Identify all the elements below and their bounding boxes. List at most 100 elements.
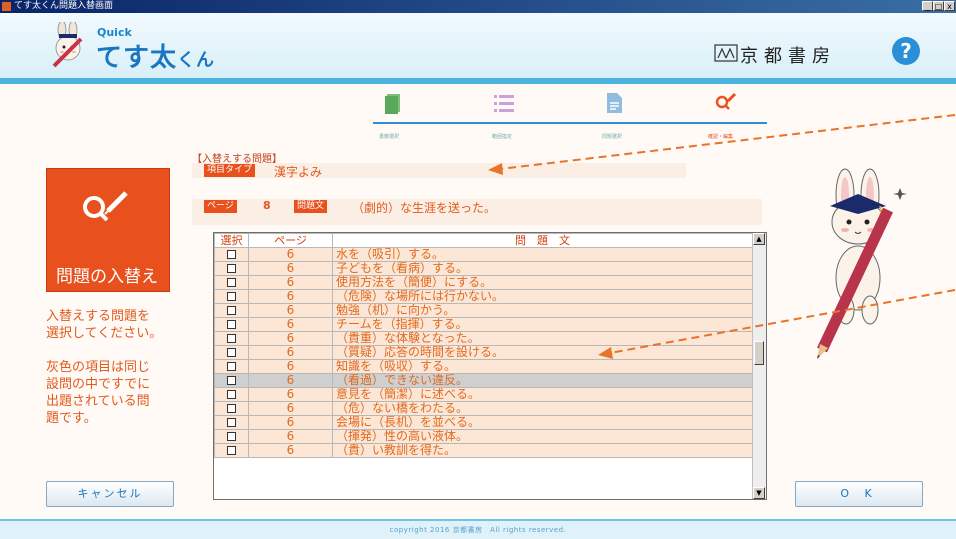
table-scrollbar[interactable]: ▲ ▼ — [752, 233, 766, 499]
type-value: 漢字よみ — [274, 165, 323, 179]
table-row[interactable]: 6 意見を（簡潔）に述べる。 — [214, 387, 753, 402]
cancel-button[interactable]: キャンセル — [46, 481, 174, 507]
question-cell: （揮発）性の高い液体。 — [332, 429, 753, 444]
ok-button[interactable]: O K — [795, 481, 923, 507]
maximize-button[interactable]: □ — [933, 1, 944, 11]
instruction-line: 題です。 — [46, 411, 97, 426]
table-row[interactable]: 6 知識を（吸収）する。 — [214, 359, 753, 374]
search-edit-large-icon — [83, 191, 128, 222]
copyright-text: copyright 2016 京都書房 All rights reserved. — [389, 526, 567, 534]
select-checkbox[interactable] — [227, 446, 236, 455]
page-cell: 6 — [248, 261, 333, 276]
table-row[interactable]: 6 （看過）できない違反。 — [214, 373, 753, 388]
select-checkbox[interactable] — [227, 306, 236, 315]
table-row[interactable]: 6 （危険）な場所には行かない。 — [214, 289, 753, 304]
question-cell: チームを（指揮）する。 — [332, 317, 753, 332]
question-cell: 知識を（吸収）する。 — [332, 359, 753, 374]
select-checkbox[interactable] — [227, 278, 236, 287]
progress-line — [373, 122, 767, 124]
question-cell: 子どもを（看病）する。 — [332, 261, 753, 276]
question-cell: （質疑）応答の時間を設ける。 — [332, 345, 753, 360]
instructions: 入替えする問題を 選択してください。 灰色の項目は同じ 設問の中ですでに 出題さ… — [46, 308, 176, 427]
close-button[interactable]: x — [944, 1, 955, 11]
question-cell: （危）ない橋をわたる。 — [332, 401, 753, 416]
replace-question-label: 問題の入替え — [56, 267, 158, 287]
question-cell: 意見を（簡潔）に述べる。 — [332, 387, 753, 402]
select-checkbox[interactable] — [227, 404, 236, 413]
select-cell[interactable] — [214, 331, 249, 346]
select-cell[interactable] — [214, 317, 249, 332]
page-cell: 6 — [248, 331, 333, 346]
scroll-thumb[interactable] — [754, 341, 764, 365]
column-header-select[interactable]: 選択 — [214, 233, 249, 248]
scroll-down-button[interactable]: ▼ — [753, 487, 765, 499]
page-cell: 6 — [248, 401, 333, 416]
scroll-up-button[interactable]: ▲ — [753, 233, 765, 245]
window-title: てす太くん問題入替画面 — [14, 1, 114, 11]
book-icon — [385, 94, 400, 114]
select-cell[interactable] — [214, 345, 249, 360]
select-cell[interactable] — [214, 429, 249, 444]
table-row[interactable]: 6 水を（吸引）する。 — [214, 247, 753, 262]
question-table[interactable]: 選択 ページ 問 題 文 6 水を（吸引）する。 6 子どもを（看病）する。 6 使用方法… — [213, 232, 767, 500]
table-row[interactable]: 6 子どもを（看病）する。 — [214, 261, 753, 276]
select-cell[interactable] — [214, 401, 249, 416]
select-cell[interactable] — [214, 415, 249, 430]
select-checkbox[interactable] — [227, 362, 236, 371]
page-cell: 6 — [248, 289, 333, 304]
mascot-logo-icon — [52, 22, 83, 68]
select-cell[interactable] — [214, 303, 249, 318]
select-checkbox[interactable] — [227, 250, 236, 259]
column-header-page[interactable]: ページ — [248, 233, 333, 248]
table-row[interactable]: 6 会場に（長机）を並べる。 — [214, 415, 753, 430]
instruction-line: 選択してください。 — [46, 326, 163, 341]
publisher-logo-icon — [714, 44, 738, 62]
page-cell: 6 — [248, 275, 333, 290]
table-row[interactable]: 6 チームを（指揮）する。 — [214, 317, 753, 332]
app-icon — [2, 2, 11, 11]
table-row[interactable]: 6 勉強（机）に向かう。 — [214, 303, 753, 318]
select-checkbox[interactable] — [227, 320, 236, 329]
question-cell: 会場に（長机）を並べる。 — [332, 415, 753, 430]
select-checkbox[interactable] — [227, 390, 236, 399]
logo-main-text: てす太 — [96, 43, 178, 73]
question-cell: 水を（吸引）する。 — [332, 247, 753, 262]
select-cell[interactable] — [214, 261, 249, 276]
table-row[interactable]: 6 使用方法を（簡便）にする。 — [214, 275, 753, 290]
table-row[interactable]: 6 （危）ない橋をわたる。 — [214, 401, 753, 416]
select-cell[interactable] — [214, 387, 249, 402]
sentence-value: （劇的）な生涯を送った。 — [352, 201, 497, 215]
list-icon — [494, 95, 514, 112]
table-row[interactable]: 6 （質疑）応答の時間を設ける。 — [214, 345, 753, 360]
question-cell: （危険）な場所には行かない。 — [332, 289, 753, 304]
select-cell[interactable] — [214, 247, 249, 262]
window-title-bar: てす太くん問題入替画面 _ □ x — [0, 0, 956, 13]
logo-sub-text: くん — [177, 50, 216, 71]
sentence-tag: 問題文 — [294, 200, 328, 213]
select-checkbox[interactable] — [227, 264, 236, 273]
select-checkbox[interactable] — [227, 292, 236, 301]
select-checkbox[interactable] — [227, 432, 236, 441]
table-row[interactable]: 6 （貴）い教訓を得た。 — [214, 443, 753, 458]
minimize-button[interactable]: _ — [922, 1, 933, 11]
column-header-question[interactable]: 問 題 文 — [332, 233, 753, 248]
step-label-3: 問題選択 — [602, 134, 623, 140]
page-cell: 6 — [248, 345, 333, 360]
question-cell: （貴）い教訓を得た。 — [332, 443, 753, 458]
select-checkbox[interactable] — [227, 334, 236, 343]
select-cell[interactable] — [214, 373, 249, 388]
select-cell[interactable] — [214, 275, 249, 290]
table-row[interactable]: 6 （揮発）性の高い液体。 — [214, 429, 753, 444]
select-cell[interactable] — [214, 359, 249, 374]
select-checkbox[interactable] — [227, 418, 236, 427]
table-row[interactable]: 6 （貴重）な体験となった。 — [214, 331, 753, 346]
document-icon — [607, 93, 622, 113]
page-cell: 6 — [248, 387, 333, 402]
select-cell[interactable] — [214, 443, 249, 458]
select-checkbox[interactable] — [227, 348, 236, 357]
help-button[interactable]: ? — [892, 37, 920, 65]
step-label-2: 範囲指定 — [492, 134, 513, 140]
select-cell[interactable] — [214, 289, 249, 304]
select-checkbox[interactable] — [227, 376, 236, 385]
instruction-line: 入替えする問題を — [46, 309, 151, 324]
